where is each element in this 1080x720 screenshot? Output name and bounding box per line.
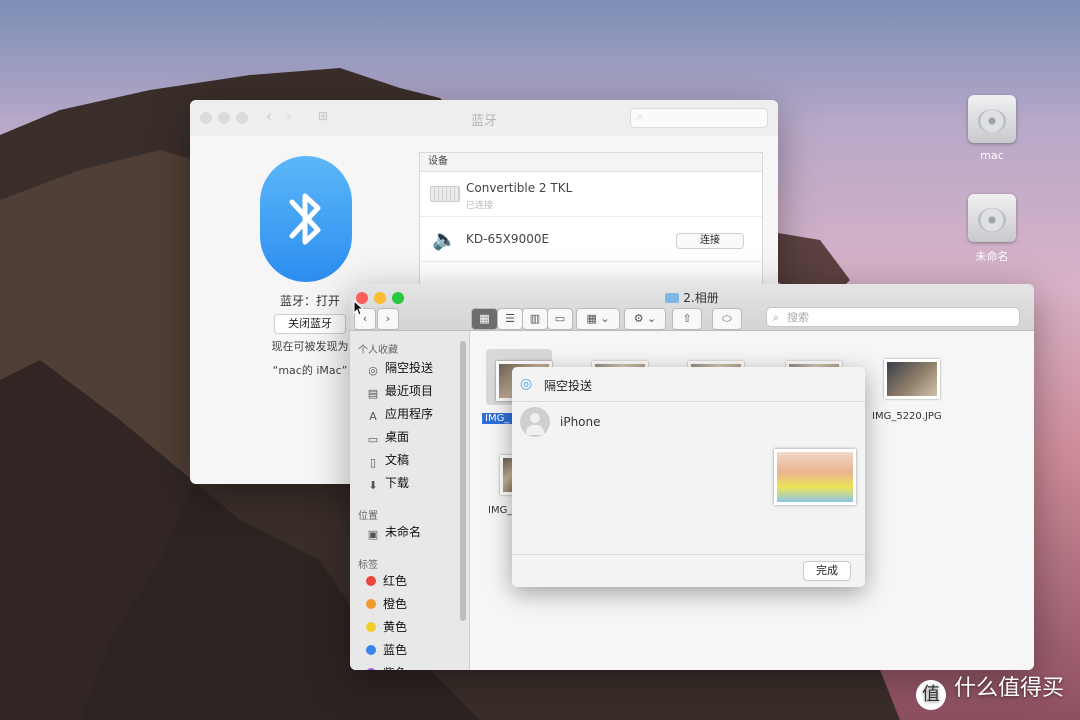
sidebar-item-label: 紫色 bbox=[383, 666, 407, 670]
sidebar-item-recents[interactable]: ▤ 最近项目 bbox=[366, 382, 433, 400]
device-status: 已连接 bbox=[466, 201, 494, 211]
column-view-button[interactable]: ▥ bbox=[522, 308, 548, 330]
gallery-view-button[interactable]: ▭ bbox=[547, 308, 573, 330]
sidebar-item-airdrop[interactable]: ◎ 隔空投送 bbox=[366, 359, 433, 377]
airdrop-icon: ◎ bbox=[368, 364, 378, 377]
file-name[interactable]: IMG_ bbox=[488, 505, 512, 516]
devices-list: 设备 Convertible 2 TKL 已连接 🔈 KD-65X9000E 连… bbox=[419, 152, 763, 304]
airdrop-sheet: ◎ 隔空投送 iPhone 完成 bbox=[512, 367, 865, 587]
device-name: Convertible 2 TKL bbox=[466, 181, 573, 195]
icon-view-button[interactable]: ▦ bbox=[471, 308, 498, 330]
applications-icon: A bbox=[369, 410, 377, 423]
finder-sidebar: 个人收藏 ◎ 隔空投送 ▤ 最近项目 A 应用程序 ▭ 桌面 ▯ 文稿 ⬇ 下载 位置 ▣ 未… bbox=[350, 331, 470, 670]
sidebar-item-documents[interactable]: ▯ 文稿 bbox=[366, 451, 409, 469]
sidebar-item-label: 未命名 bbox=[385, 525, 422, 539]
desktop-disk-mac[interactable]: mac bbox=[952, 95, 1032, 162]
sidebar-item-label: 应用程序 bbox=[385, 407, 434, 421]
sidebar-item-label: 隔空投送 bbox=[385, 361, 434, 375]
search-icon: ⌕ bbox=[637, 110, 644, 123]
speaker-icon: 🔈 bbox=[432, 227, 457, 251]
recents-icon: ▤ bbox=[367, 387, 379, 400]
search-icon: ⌕ bbox=[773, 311, 780, 324]
action-gear-button[interactable]: ⚙ ⌄ bbox=[624, 308, 666, 330]
downloads-icon: ⬇ bbox=[368, 479, 378, 492]
tag-dot-icon bbox=[366, 645, 376, 655]
file-thumbnail[interactable] bbox=[884, 359, 940, 399]
sidebar-item-label: 最近项目 bbox=[385, 384, 434, 398]
airdrop-header: ◎ 隔空投送 bbox=[512, 367, 865, 402]
device-name: KD-65X9000E bbox=[466, 232, 550, 246]
documents-icon: ▯ bbox=[369, 456, 377, 469]
mouse-pointer-icon bbox=[353, 300, 363, 316]
search-placeholder: 搜索 bbox=[787, 311, 809, 324]
airdrop-device-name[interactable]: iPhone bbox=[560, 415, 601, 429]
file-name[interactable]: IMG_ bbox=[482, 413, 513, 424]
sidebar-tag-red[interactable]: 红色 bbox=[366, 572, 407, 590]
window-titlebar: ‹ › ⊞ 蓝牙 ⌕ bbox=[190, 100, 778, 136]
watermark-text: 什么值得买 bbox=[953, 676, 1064, 701]
forward-button[interactable]: › bbox=[377, 308, 399, 330]
sidebar-section-locations: 位置 bbox=[358, 511, 378, 522]
sidebar-tag-yellow[interactable]: 黄色 bbox=[366, 618, 407, 636]
desktop-disk-untitled[interactable]: 未命名 bbox=[952, 194, 1032, 264]
sidebar-tag-blue[interactable]: 蓝色 bbox=[366, 641, 407, 659]
sidebar-item-downloads[interactable]: ⬇ 下载 bbox=[366, 474, 409, 492]
search-input[interactable]: ⌕ 搜索 bbox=[766, 307, 1020, 327]
site-watermark: 值什么值得买 bbox=[915, 670, 1064, 710]
sidebar-item-label: 文稿 bbox=[385, 453, 410, 467]
hard-drive-icon bbox=[968, 194, 1016, 242]
sidebar-item-desktop[interactable]: ▭ 桌面 bbox=[366, 428, 409, 446]
file-name[interactable]: IMG_5220.JPG bbox=[872, 411, 942, 422]
sidebar-item-applications[interactable]: A 应用程序 bbox=[366, 405, 433, 423]
airdrop-title: 隔空投送 bbox=[544, 379, 593, 393]
sidebar-item-label: 下载 bbox=[385, 476, 410, 490]
avatar-icon[interactable] bbox=[520, 407, 550, 437]
tag-dot-icon bbox=[366, 576, 376, 586]
share-button[interactable]: ⇧ bbox=[672, 308, 702, 330]
sidebar-tag-purple[interactable]: 紫色 bbox=[366, 664, 407, 670]
sidebar-item-label: 蓝色 bbox=[383, 643, 408, 657]
sidebar-item-label: 黄色 bbox=[383, 620, 408, 634]
disk-icon: ▣ bbox=[367, 528, 379, 541]
group-menu-button[interactable]: ▦ ⌄ bbox=[576, 308, 620, 330]
shared-photo-thumbnail bbox=[774, 449, 856, 505]
desktop-disk-label: mac bbox=[980, 149, 1004, 162]
tag-dot-icon bbox=[366, 668, 376, 670]
tag-dot-icon bbox=[366, 599, 376, 609]
hard-drive-icon bbox=[968, 95, 1016, 143]
connect-button[interactable]: 连接 bbox=[676, 233, 744, 249]
bluetooth-icon bbox=[260, 156, 352, 282]
sidebar-section-favorites: 个人收藏 bbox=[358, 345, 398, 356]
sidebar-item-label: 红色 bbox=[383, 574, 408, 588]
tag-dot-icon bbox=[366, 622, 376, 632]
done-button[interactable]: 完成 bbox=[803, 561, 851, 581]
sidebar-item-label: 橙色 bbox=[383, 597, 408, 611]
sidebar-section-tags: 标签 bbox=[358, 560, 378, 571]
devices-header: 设备 bbox=[420, 153, 762, 172]
search-field[interactable]: ⌕ bbox=[630, 108, 768, 128]
desktop-icon: ▭ bbox=[367, 433, 379, 446]
list-view-button[interactable]: ☰ bbox=[497, 308, 523, 330]
keyboard-icon bbox=[430, 186, 460, 202]
sidebar-item-label: 桌面 bbox=[385, 430, 410, 444]
finder-toolbar: 2.相册 ‹ › ▦ ☰ ▥ ▭ ▦ ⌄ ⚙ ⌄ ⇧ ⬭ ⌕ 搜索 bbox=[350, 284, 1034, 331]
watermark-badge: 值 bbox=[915, 680, 946, 710]
turn-off-bluetooth-button[interactable]: 关闭蓝牙 bbox=[274, 314, 346, 334]
window-title: 2.相册 bbox=[683, 291, 719, 305]
folder-icon bbox=[665, 293, 680, 303]
sidebar-tag-orange[interactable]: 橙色 bbox=[366, 595, 407, 613]
divider bbox=[512, 554, 865, 555]
device-row[interactable]: Convertible 2 TKL 已连接 bbox=[420, 172, 762, 217]
tag-button[interactable]: ⬭ bbox=[712, 308, 742, 330]
sidebar-item-untitled-disk[interactable]: ▣ 未命名 bbox=[366, 523, 421, 541]
sidebar-scrollbar[interactable] bbox=[460, 341, 466, 621]
airdrop-icon: ◎ bbox=[520, 376, 533, 392]
desktop-disk-label: 未命名 bbox=[975, 250, 1009, 263]
device-row[interactable]: 🔈 KD-65X9000E 连接 bbox=[420, 217, 762, 262]
